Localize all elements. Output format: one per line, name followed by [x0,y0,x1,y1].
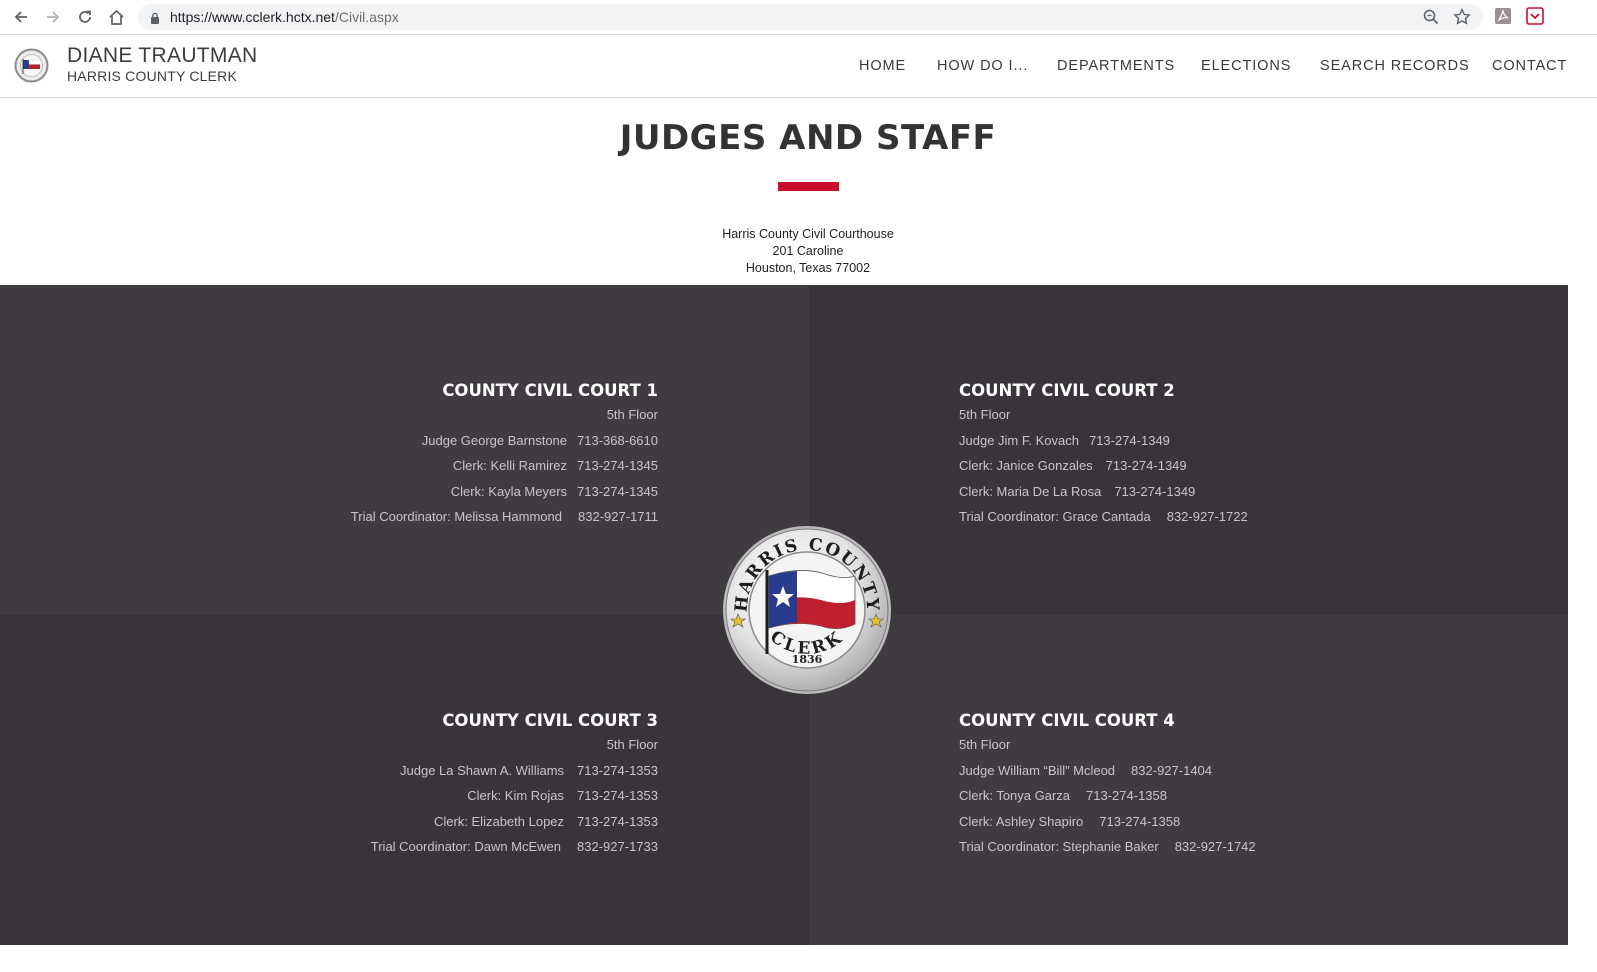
staff-phone: 713-368-6610 [577,432,658,448]
staff-phone: 713-274-1345 [577,483,658,499]
page-title: JUDGES AND STAFF [619,118,997,158]
address-line: Houston, Texas 77002 [745,261,871,275]
nav-home[interactable]: HOME [859,58,906,74]
staff-phone: 713-274-1349 [1105,458,1187,473]
page-gutter [1568,285,1597,972]
staff-name: Trial Coordinator: Grace Cantada [959,509,1151,524]
staff-row: Judge William “Bill” Mcleod 832-927-1404 [959,758,1256,784]
staff-row: Clerk: Elizabeth Lopez 713-274-1353 [371,809,658,835]
staff-row: Clerk: Ashley Shapiro 713-274-1358 [959,809,1256,835]
nav-departments[interactable]: DEPARTMENTS [1057,58,1175,74]
county-clerk-seal: HARRIS COUNTY CLERK 1836 [721,524,893,696]
staff-phone: 832-927-1722 [1166,509,1248,524]
court-2-info: COUNTY CIVIL COURT 2 5th Floor Judge Jim… [959,380,1248,530]
staff-name: Judge George Barnstone [421,432,568,448]
home-icon[interactable] [105,6,127,28]
court-2-title: COUNTY CIVIL COURT 2 [959,381,1175,400]
nav-elections[interactable]: ELECTIONS [1201,58,1291,74]
staff-name: Judge La Shawn A. Williams [400,762,565,778]
court-3-title: COUNTY CIVIL COURT 3 [442,711,658,730]
staff-name: Judge William “Bill” Mcleod [959,762,1116,778]
staff-phone: 713-274-1349 [1114,483,1196,499]
staff-name: Trial Coordinator: Stephanie Baker [959,839,1159,854]
staff-name: Trial Coordinator: Melissa Hammond [350,509,562,524]
star-bookmark-icon[interactable] [1453,8,1471,26]
staff-phone: 713-274-1353 [577,762,658,778]
staff-name: Clerk: Tonya Garza [959,788,1071,803]
staff-phone: 713-274-1349 [1088,432,1170,448]
staff-name: Clerk: Elizabeth Lopez [433,813,565,829]
staff-phone: 832-927-1733 [577,839,658,854]
staff-phone: 832-927-1711 [578,509,658,524]
staff-row: Clerk: Tonya Garza 713-274-1358 [959,783,1256,809]
staff-phone: 713-274-1358 [1086,788,1167,803]
pdf-extension-icon[interactable] [1494,7,1512,25]
staff-row: Clerk: Kelli Ramirez 713-274-1345 [351,453,658,479]
address-bar[interactable]: https://www.cclerk.hctx.net/Civil.aspx [138,4,1483,30]
court-3-floor: 5th Floor [606,737,658,752]
seal-year: 1836 [792,653,823,666]
staff-name: Clerk: Maria De La Rosa [959,483,1102,499]
staff-row: Clerk: Maria De La Rosa 713-274-1349 [959,479,1248,505]
url-path: /Civil.aspx [334,9,399,25]
back-arrow-icon[interactable] [10,6,32,28]
court-1-title: COUNTY CIVIL COURT 1 [442,381,658,400]
court-4-floor: 5th Floor [959,737,1011,752]
staff-row: Clerk: Janice Gonzales 713-274-1349 [959,453,1248,479]
staff-row: Trial Coordinator: Melissa Hammond 832-92… [351,504,658,530]
url-text: https://www.cclerk.hctx.net/Civil.aspx [170,9,399,25]
court-4-title: COUNTY CIVIL COURT 4 [959,711,1175,730]
staff-phone: 832-927-1742 [1174,839,1256,854]
title-divider [778,182,839,191]
site-header: DIANE TRAUTMAN HARRIS COUNTY CLERK HOME … [0,35,1597,98]
staff-name: Clerk: Kim Rojas [467,788,565,803]
zoom-icon[interactable] [1422,8,1440,26]
court-2-floor: 5th Floor [959,407,1011,422]
browser-toolbar: https://www.cclerk.hctx.net/Civil.aspx [0,0,1597,35]
staff-name: Clerk: Janice Gonzales [959,458,1093,473]
staff-row: Clerk: Kayla Meyers 713-274-1345 [351,479,658,505]
url-host: https://www.cclerk.hctx.net [170,9,335,25]
nav-search-records[interactable]: SEARCH RECORDS [1320,58,1470,74]
pocket-extension-icon[interactable] [1526,7,1544,25]
court-4-info: COUNTY CIVIL COURT 4 5th Floor Judge Wil… [959,710,1256,860]
address-line: Harris County Civil Courthouse [722,227,894,241]
staff-phone: 713-274-1353 [577,813,658,829]
staff-phone: 713-274-1353 [577,788,658,803]
staff-name: Trial Coordinator: Dawn McEwen [370,839,562,854]
nav-how-do-i[interactable]: HOW DO I... [937,58,1028,74]
staff-phone: 832-927-1404 [1131,762,1213,778]
nav-contact[interactable]: CONTACT US [1492,58,1568,74]
staff-phone: 713-274-1358 [1099,813,1181,829]
court-1-info: COUNTY CIVIL COURT 1 5th Floor Judge Geo… [351,380,658,530]
lock-icon [150,11,160,29]
staff-row: Judge George Barnstone 713-368-6610 [351,428,658,454]
staff-name: Clerk: Kayla Meyers [450,483,568,499]
courthouse-address: Harris County Civil Courthouse 201 Carol… [0,226,1597,277]
main-navigation: HOME HOW DO I... DEPARTMENTS ELECTIONS S… [0,58,1597,78]
staff-name: Clerk: Kelli Ramirez [452,458,568,473]
staff-name: Judge Jim F. Kovach [959,432,1079,448]
court-3-info: COUNTY CIVIL COURT 3 5th Floor Judge La … [371,710,658,860]
court-1-floor: 5th Floor [606,407,658,422]
forward-arrow-icon[interactable] [42,6,64,28]
staff-row: Trial Coordinator: Grace Cantada 832-927-… [959,504,1248,530]
staff-phone: 713-274-1345 [577,458,658,473]
staff-row: Judge Jim F. Kovach 713-274-1349 [959,428,1248,454]
staff-row: Trial Coordinator: Dawn McEwen 832-927-17… [371,834,658,860]
staff-row: Judge La Shawn A. Williams 713-274-1353 [371,758,658,784]
staff-row: Clerk: Kim Rojas 713-274-1353 [371,783,658,809]
staff-row: Trial Coordinator: Stephanie Baker 832-92… [959,834,1256,860]
reload-icon[interactable] [74,6,96,28]
staff-name: Clerk: Ashley Shapiro [959,813,1084,829]
address-line: 201 Caroline [772,244,844,258]
